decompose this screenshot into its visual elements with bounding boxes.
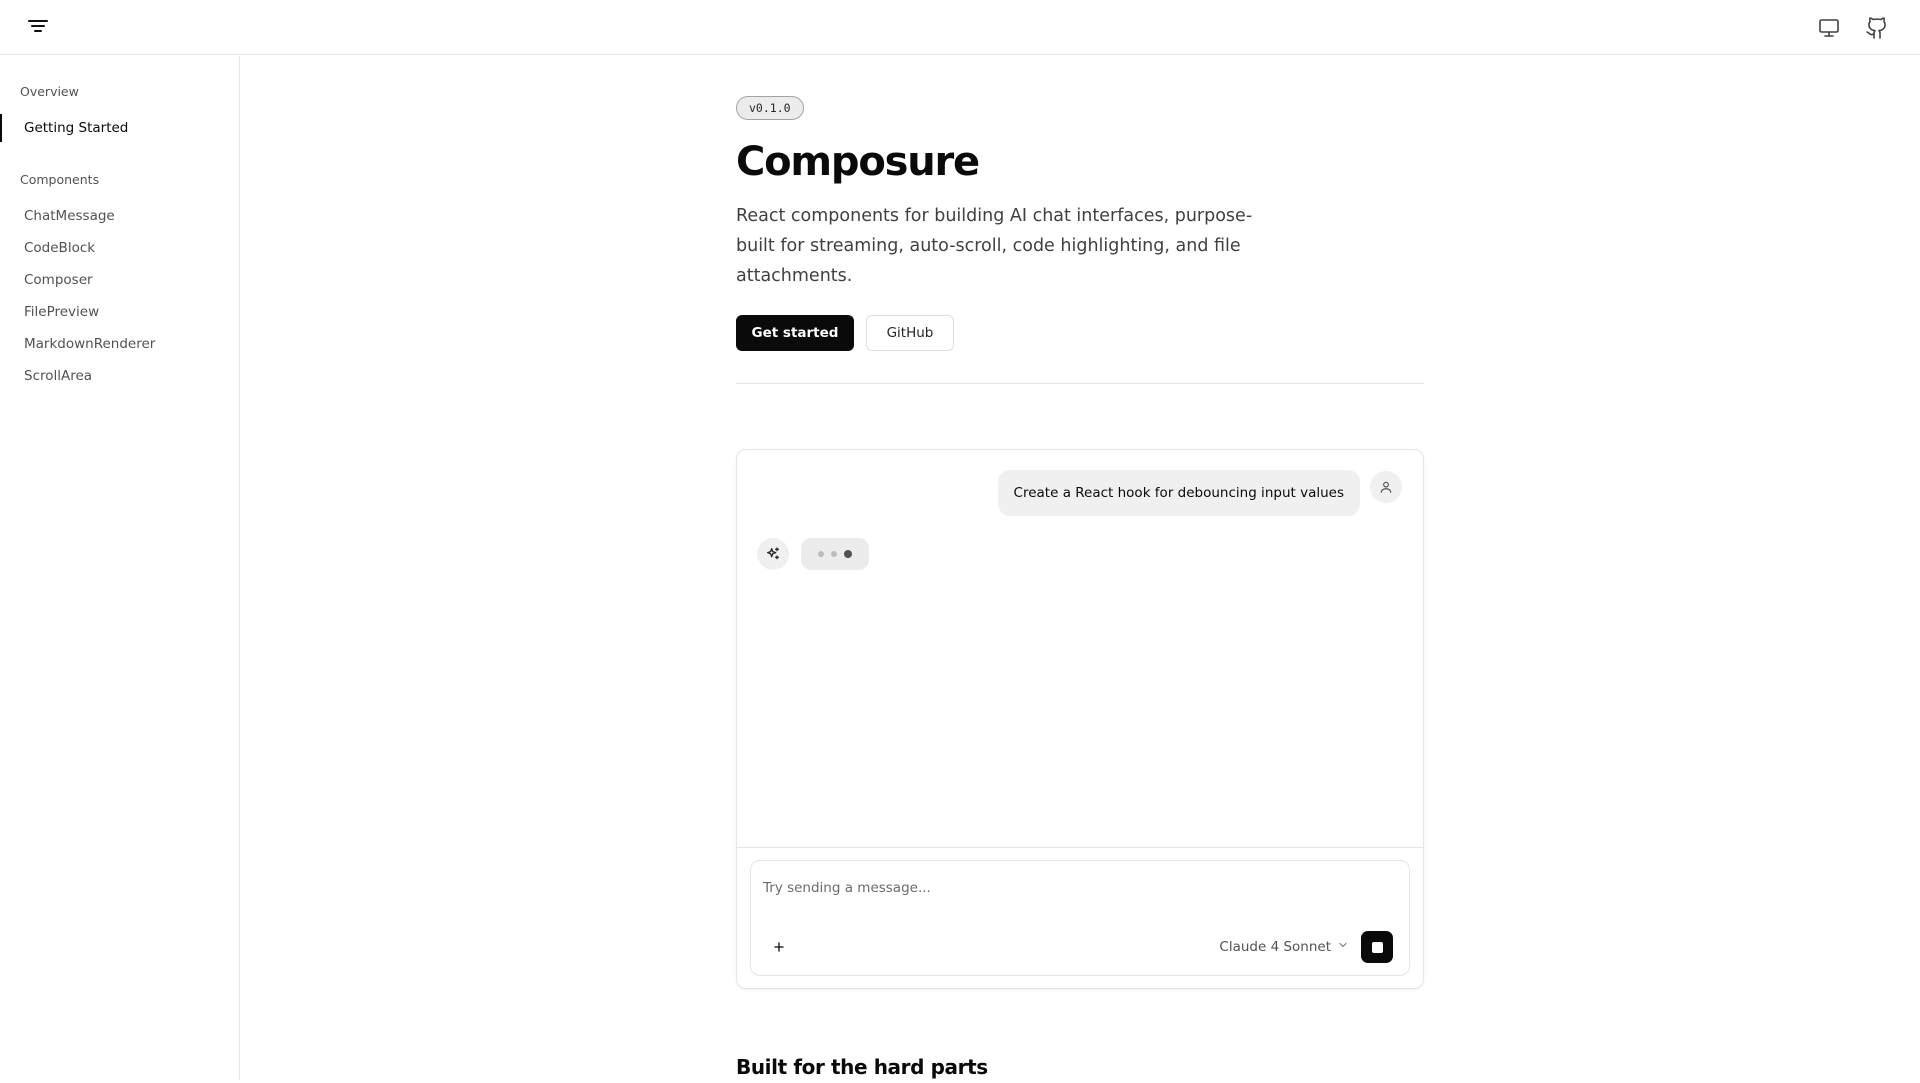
chevron-down-icon xyxy=(1337,933,1349,961)
section-heading: Built for the hard parts xyxy=(736,1055,988,1079)
model-selector[interactable]: Claude 4 Sonnet xyxy=(1219,933,1349,961)
typing-dot xyxy=(818,551,824,557)
page-title: Composure xyxy=(736,139,980,185)
sparkles-icon xyxy=(757,538,789,570)
composer: Claude 4 Sonnet xyxy=(750,860,1410,976)
sidebar-heading-overview: Overview xyxy=(20,84,79,99)
sidebar-item-getting-started[interactable]: Getting Started xyxy=(0,114,238,142)
sidebar: Overview Getting Started Components Chat… xyxy=(0,56,240,1080)
hero-divider xyxy=(736,383,1424,384)
sidebar-heading-components: Components xyxy=(20,172,100,187)
user-message-bubble: Create a React hook for debouncing input… xyxy=(997,470,1360,516)
message-input[interactable] xyxy=(763,875,1383,901)
typing-dot xyxy=(831,551,837,557)
model-label: Claude 4 Sonnet xyxy=(1219,939,1331,955)
sidebar-item-filepreview[interactable]: FilePreview xyxy=(0,298,238,326)
typing-dot xyxy=(844,550,852,558)
chat-demo: Create a React hook for debouncing input… xyxy=(736,449,1424,989)
top-bar xyxy=(0,0,1920,55)
stop-button[interactable] xyxy=(1361,931,1393,963)
page-description: React components for building AI chat in… xyxy=(736,206,1253,286)
filter-lines-icon[interactable] xyxy=(28,20,48,34)
sidebar-item-codeblock[interactable]: CodeBlock xyxy=(0,234,238,262)
get-started-button[interactable]: Get started xyxy=(736,315,854,351)
monitor-icon[interactable] xyxy=(1817,16,1841,40)
github-icon[interactable] xyxy=(1865,16,1889,40)
stop-icon xyxy=(1371,941,1383,953)
composer-divider xyxy=(737,847,1423,848)
user-icon xyxy=(1370,471,1402,503)
sidebar-item-chatmessage[interactable]: ChatMessage xyxy=(0,202,238,230)
typing-indicator xyxy=(801,538,869,570)
sidebar-item-scrollarea[interactable]: ScrollArea xyxy=(0,362,238,390)
sidebar-item-markdownrenderer[interactable]: MarkdownRenderer xyxy=(0,330,238,358)
sidebar-item-composer[interactable]: Composer xyxy=(0,266,238,294)
plus-icon[interactable] xyxy=(765,933,793,961)
version-badge: v0.1.0 xyxy=(736,96,804,120)
github-button[interactable]: GitHub xyxy=(866,315,954,351)
